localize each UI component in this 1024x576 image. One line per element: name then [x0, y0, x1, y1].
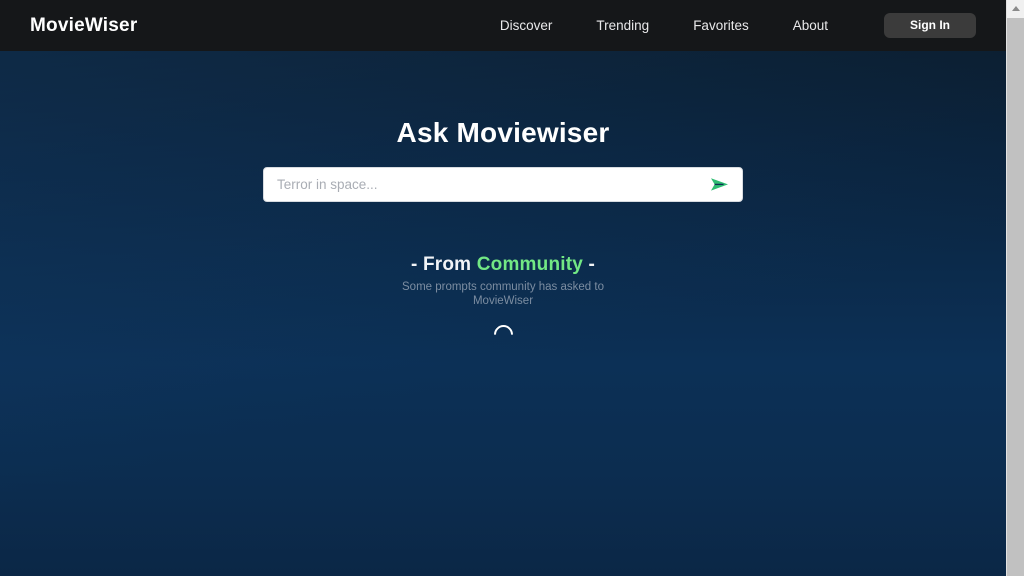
site-header: MovieWiser Discover Trending Favorites A…	[0, 0, 1006, 51]
community-heading-prefix: - From	[410, 254, 477, 275]
nav-item-discover[interactable]: Discover	[478, 12, 575, 39]
page-title: Ask Moviewiser	[396, 117, 610, 148]
community-heading-suffix: -	[583, 254, 596, 275]
nav-item-trending[interactable]: Trending	[574, 12, 671, 39]
site-logo[interactable]: MovieWiser	[30, 15, 137, 37]
search-input[interactable]	[263, 167, 743, 202]
scroll-up-arrow-icon[interactable]	[1007, 0, 1024, 17]
spinner-icon	[489, 320, 517, 348]
browser-viewport: MovieWiser Discover Trending Favorites A…	[0, 0, 1024, 576]
community-heading: - From Community -	[411, 254, 595, 276]
page-scrollbar[interactable]	[1006, 0, 1024, 576]
community-subtitle: Some prompts community has asked to Movi…	[402, 281, 604, 307]
primary-navigation: Discover Trending Favorites About Sign I…	[478, 12, 976, 39]
scrollbar-thumb[interactable]	[1007, 18, 1024, 576]
nav-item-about[interactable]: About	[771, 12, 850, 39]
hero-section: Ask Moviewiser - From Community - Some p…	[0, 51, 1006, 348]
scroll-up-arrow-triangle	[1011, 6, 1020, 11]
page-content: MovieWiser Discover Trending Favorites A…	[0, 0, 1006, 576]
community-heading-accent: Community	[476, 254, 584, 275]
send-button[interactable]	[701, 167, 737, 202]
community-section: - From Community - Some prompts communit…	[0, 254, 1006, 348]
send-paper-plane-icon	[710, 177, 729, 192]
search-bar	[263, 167, 743, 202]
sign-in-button[interactable]: Sign In	[884, 13, 976, 38]
nav-item-favorites[interactable]: Favorites	[671, 12, 771, 39]
community-loading	[489, 320, 517, 348]
